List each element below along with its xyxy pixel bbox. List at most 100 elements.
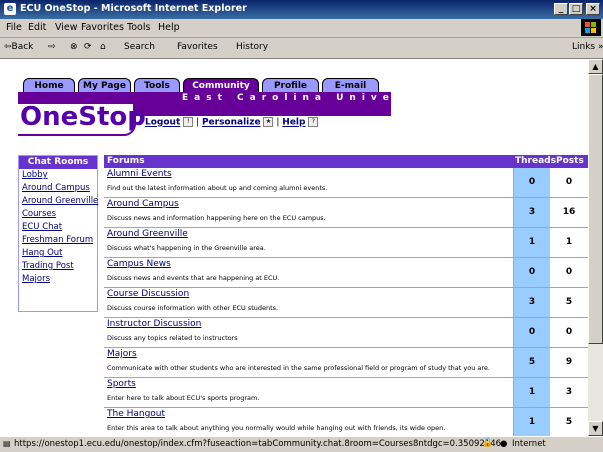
status-url: https://onestop1.ecu.edu/onestop/index.c… [14,439,502,449]
forum-link[interactable]: Campus News [107,259,171,269]
ie-icon: e [4,3,16,15]
forum-link[interactable]: Course Discussion [107,289,189,299]
history-button[interactable]: History [236,42,268,52]
forum-link[interactable]: The Hangout [107,409,165,419]
forward-button[interactable]: ⇨ [48,42,56,52]
post-count: 9 [550,348,588,377]
tab-community[interactable]: Community [183,78,259,92]
home-icon[interactable]: ⌂ [100,42,106,52]
links-button[interactable]: Links » [572,42,603,52]
post-count: 16 [550,198,588,227]
chat-room-link[interactable]: ECU Chat [19,221,97,234]
forum-row: Majors Communicate with other students wh… [104,348,588,378]
chat-room-link[interactable]: Lobby [19,169,97,182]
onestop-logo: OneStop [20,102,146,132]
forum-link[interactable]: Around Campus [107,199,179,209]
menu-favorites[interactable]: Favorites [81,22,124,33]
chat-room-link[interactable]: Majors [19,273,97,286]
post-count: 0 [550,258,588,287]
forum-description: Discuss news and information happening h… [107,214,326,222]
separator: | [276,117,280,128]
chat-room-link[interactable]: Hang Out [19,247,97,260]
chat-room-link[interactable]: Trading Post [19,260,97,273]
forum-row: Alumni Events Find out the latest informa… [104,168,588,198]
chat-rooms-sidebar: Chat Rooms Lobby Around Campus Around Gr… [18,155,98,312]
help-link[interactable]: Help [282,118,305,128]
tab-profile[interactable]: Profile [262,78,319,92]
info-icon: ! [183,117,194,127]
post-count: 1 [550,228,588,257]
chat-room-link[interactable]: Freshman Forum [19,234,97,247]
scroll-down-icon[interactable]: ▼ [588,421,603,436]
forum-row: Instructor Discussion Discuss any topics … [104,318,588,348]
thread-count: 0 [514,168,550,197]
chat-room-link[interactable]: Around Campus [19,182,97,195]
thread-count: 3 [514,288,550,317]
page-content: Home My Page Tools Community Profile E-m… [0,59,588,436]
tab-tools[interactable]: Tools [134,78,180,92]
minimize-button[interactable]: _ [554,3,568,15]
post-count: 5 [550,288,588,317]
chat-room-link[interactable]: Around Greenville [19,195,98,208]
forum-description: Communicate with other students who are … [107,364,490,372]
refresh-icon[interactable]: ⟳ [84,42,92,52]
forum-description: Discuss what's happening in the Greenvil… [107,244,266,252]
chat-rooms-header: Chat Rooms [19,156,97,169]
site-banner-sub [133,104,391,116]
tab-my-page[interactable]: My Page [78,78,131,92]
forum-description: Discuss course information with other EC… [107,304,279,312]
forum-link[interactable]: Alumni Events [107,169,172,179]
personalize-link[interactable]: Personalize [202,118,261,128]
lock-icon: 🔒 [482,438,494,448]
stop-icon[interactable]: ⊗ [70,42,78,52]
back-button[interactable]: ⇦Back [4,42,33,52]
forum-row: The Hangout Enter this area to talk about… [104,408,588,436]
tab-email[interactable]: E-mail [322,78,379,92]
site-tabs: Home My Page Tools Community Profile E-m… [23,78,379,92]
menu-edit[interactable]: Edit [28,22,46,33]
forum-row: Campus News Discuss news and events that … [104,258,588,288]
windows-logo-icon [581,19,601,36]
help-icon: ? [308,117,319,127]
forums-header-row: Forums Threads Posts [104,155,588,168]
scroll-up-icon[interactable]: ▲ [588,59,603,74]
threads-column-header: Threads [515,156,556,166]
maximize-button[interactable]: □ [569,3,583,15]
thread-count: 1 [514,228,550,257]
thread-count: 5 [514,348,550,377]
logout-link[interactable]: Logout [145,118,180,128]
post-count: 5 [550,408,588,436]
menu-view[interactable]: View [55,22,78,33]
forum-row: Sports Enter here to talk about ECU's spo… [104,378,588,408]
post-count: 0 [550,318,588,347]
forum-link[interactable]: Sports [107,379,136,389]
forum-row: Around Campus Discuss news and informatio… [104,198,588,228]
search-button[interactable]: Search [124,42,155,52]
favorites-button[interactable]: Favorites [177,42,218,52]
thread-count: 3 [514,198,550,227]
thread-count: 0 [514,258,550,287]
vertical-scrollbar[interactable]: ▲ ▼ [588,59,603,436]
forum-link[interactable]: Instructor Discussion [107,319,201,329]
page-icon: ▤ [3,439,11,448]
utility-links: Logout ! | Personalize ★ | Help ? [145,117,319,128]
forum-link[interactable]: Majors [107,349,137,359]
thread-count: 1 [514,378,550,407]
forum-link[interactable]: Around Greenville [107,229,188,239]
menu-file[interactable]: File [6,22,22,33]
menu-tools[interactable]: Tools [127,22,150,33]
post-count: 3 [550,378,588,407]
chat-room-link[interactable]: Courses [19,208,97,221]
close-button[interactable]: × [586,3,600,15]
tab-home[interactable]: Home [23,78,75,92]
scroll-thumb[interactable] [588,74,603,344]
browser-toolbar: ⇦Back ⇨ ⊗ ⟳ ⌂ Search Favorites History L… [0,38,603,59]
status-bar: ▤ https://onestop1.ecu.edu/onestop/index… [0,436,603,452]
internet-zone-icon: ● [500,439,508,449]
window-title: ECU OneStop - Microsoft Internet Explore… [20,3,247,14]
forum-row: Around Greenville Discuss what's happenin… [104,228,588,258]
thread-count: 0 [514,318,550,347]
star-icon: ★ [263,117,274,127]
forum-description: Enter this area to talk about anything y… [107,424,446,432]
menu-help[interactable]: Help [158,22,180,33]
